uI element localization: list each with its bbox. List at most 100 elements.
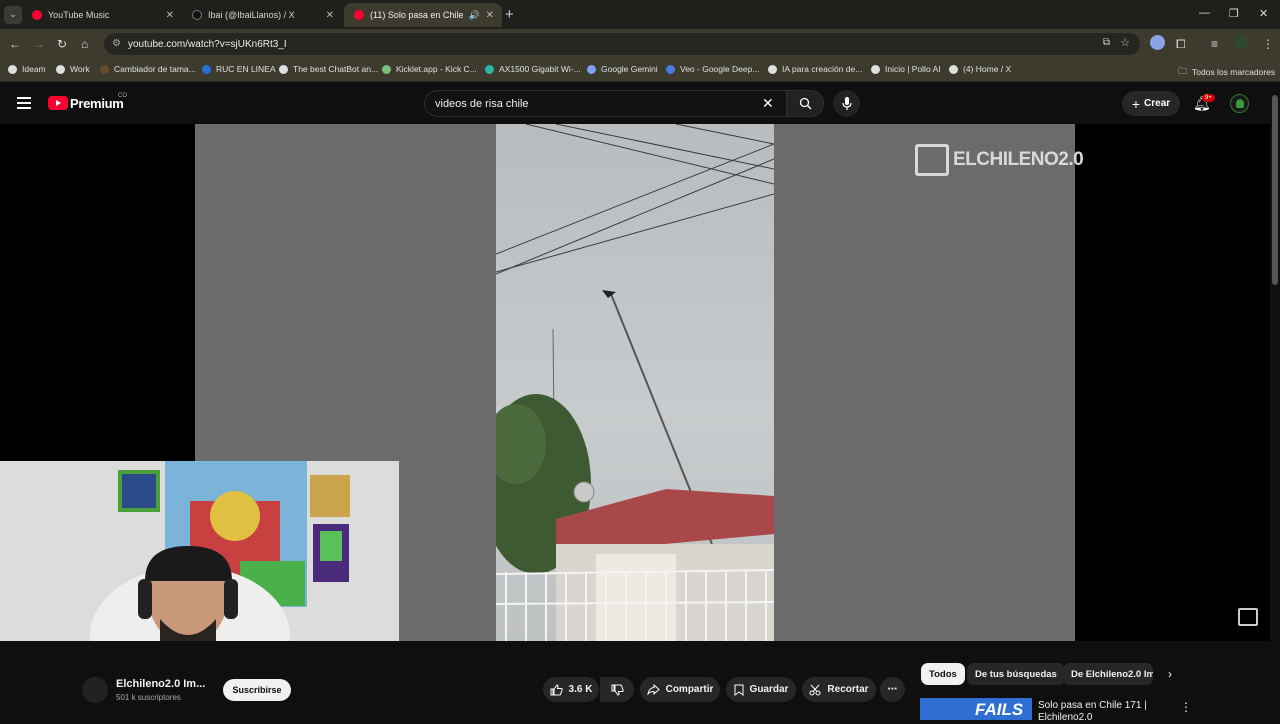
search-input[interactable]: videos de risa chile — [424, 90, 786, 117]
x-icon — [949, 64, 958, 74]
country-code: CO — [118, 93, 127, 99]
youtube-logo-icon[interactable] — [48, 96, 68, 110]
more-menu-icon[interactable]: ⋮ — [1262, 37, 1274, 51]
create-button[interactable]: + Crear — [1122, 91, 1180, 116]
more-vertical-icon[interactable]: ⋮ — [1180, 700, 1192, 714]
close-icon[interactable]: ✕ — [326, 10, 334, 21]
url-text: youtube.com/watch?v=sjUKn6Rt3_I — [128, 38, 287, 50]
scrollbar-thumb[interactable] — [1272, 95, 1278, 285]
audio-playing-icon[interactable]: 🔊 — [469, 10, 480, 21]
bookmark-gemini[interactable]: Google Gemini — [587, 64, 658, 74]
chip-de-tus-busquedas[interactable]: De tus búsquedas — [967, 663, 1065, 685]
recommended-video-thumbnail[interactable]: FAILS — [920, 698, 1032, 720]
bookmark-pollo[interactable]: Inicio | Pollo AI — [871, 64, 941, 74]
notification-count-badge: 9+ — [1202, 94, 1215, 102]
site-info-icon[interactable]: ⚙ — [112, 38, 121, 49]
youtube-brand[interactable]: Premium — [70, 96, 124, 111]
bookmark-veo[interactable]: Veo - Google Deep... — [666, 64, 759, 74]
bookmark-cambiador[interactable]: Cambiador de tama... — [100, 64, 196, 74]
like-count: 3.6 K — [568, 684, 593, 695]
restore-icon[interactable]: ❐ — [1229, 7, 1239, 20]
address-bar[interactable]: ⚙ youtube.com/watch?v=sjUKn6Rt3_I ⧉ ☆ — [104, 33, 1140, 55]
youtube-header: Premium CO videos de risa chile + Crear — [0, 83, 1280, 124]
clear-search-icon[interactable]: ✕ — [762, 95, 774, 112]
tab-search-button[interactable]: ⌄ — [4, 5, 22, 24]
globe-icon — [8, 64, 17, 74]
home-icon[interactable]: ⌂ — [81, 37, 88, 51]
dislike-button[interactable] — [600, 677, 634, 702]
folder-icon: 🗀 — [1178, 66, 1188, 76]
search-button[interactable] — [786, 90, 824, 117]
youtube-icon — [354, 10, 364, 20]
recommended-video-title[interactable]: Solo pasa en Chile 171 | Elchileno2.0 — [1038, 700, 1178, 724]
reading-list-icon[interactable]: ≡ — [1211, 37, 1218, 51]
bookmark-x-home[interactable]: (4) Home / X — [949, 64, 1011, 74]
bookmark-favicon — [100, 64, 109, 74]
new-tab-button[interactable]: + — [505, 6, 514, 23]
close-window-icon[interactable]: ✕ — [1259, 7, 1268, 20]
channel-avatar[interactable] — [82, 677, 108, 703]
install-app-icon[interactable]: ⧉ — [1103, 37, 1110, 48]
chip-todos[interactable]: Todos — [921, 663, 965, 685]
subscribe-button[interactable]: Suscribirse — [223, 679, 291, 701]
x-icon — [192, 10, 202, 20]
video-scene-image — [496, 124, 774, 641]
close-icon[interactable]: ✕ — [486, 10, 494, 21]
minimize-icon[interactable]: — — [1199, 7, 1210, 19]
tab-youtube-video[interactable]: (11) Solo pasa en Chile 168 🔊 ✕ — [344, 3, 502, 27]
plus-icon: + — [1131, 95, 1141, 112]
globe-icon — [56, 64, 65, 74]
youtube-music-icon — [32, 10, 42, 20]
bookmark-favicon — [202, 64, 211, 74]
bookmark-favicon — [485, 64, 494, 74]
account-avatar[interactable] — [1230, 94, 1249, 113]
voice-search-button[interactable] — [833, 90, 860, 117]
google-lens-icon[interactable] — [1150, 35, 1165, 50]
bookmark-ideam[interactable]: Ideam — [8, 64, 46, 74]
all-bookmarks-folder[interactable]: 🗀 Todos los marcadores — [1178, 64, 1275, 80]
reload-icon[interactable]: ↻ — [57, 37, 67, 51]
menu-icon[interactable] — [17, 97, 31, 112]
bookmark-favicon — [666, 64, 675, 74]
gemini-icon — [587, 64, 596, 74]
search-icon — [799, 97, 811, 110]
bookmark-ax1500[interactable]: AX1500 Gigabit Wi-... — [485, 64, 581, 74]
more-actions-button[interactable]: ⋯ — [880, 677, 905, 702]
tab-x-ibai[interactable]: Ibai (@IbaiLlanos) / X ✕ — [182, 3, 342, 27]
scissors-icon — [809, 684, 821, 695]
bookmark-star-icon[interactable]: ☆ — [1120, 36, 1130, 49]
save-button[interactable]: Guardar — [726, 677, 796, 702]
video-content — [496, 124, 774, 641]
bookmark-ruc[interactable]: RUC EN LINEA — [202, 64, 276, 74]
bookmark-chatbot[interactable]: The best ChatBot an... — [279, 64, 378, 74]
extensions-icon[interactable]: ⧠ — [1176, 37, 1186, 52]
like-button[interactable]: 3.6 K — [543, 677, 599, 702]
bookmark-favicon — [382, 64, 391, 74]
back-arrow-icon[interactable]: ← — [9, 37, 21, 51]
watermark-logo-icon — [915, 144, 949, 176]
subscriber-count: 501 k suscriptores — [116, 693, 181, 702]
clip-button[interactable]: Recortar — [802, 677, 876, 702]
bookmark-favicon — [871, 64, 880, 74]
channel-name[interactable]: Elchileno2.0 Im... — [116, 678, 205, 690]
thumbs-up-icon — [550, 683, 563, 695]
thumbs-down-icon — [611, 684, 624, 696]
share-button[interactable]: Compartir — [640, 677, 720, 702]
profile-avatar[interactable] — [1235, 36, 1248, 49]
microphone-icon — [841, 96, 852, 110]
tab-youtube-music[interactable]: YouTube Music ✕ — [22, 3, 182, 27]
bookmark-kicklet[interactable]: Kicklet.app - Kick C... — [382, 64, 477, 74]
chip-de-elchileno[interactable]: De Elchileno2.0 Im — [1063, 663, 1153, 685]
share-icon — [646, 684, 660, 695]
bookmark-icon — [734, 684, 744, 696]
chevron-right-icon[interactable]: › — [1168, 667, 1172, 681]
page-scrollbar[interactable] — [1270, 83, 1280, 720]
diamond-icon — [279, 64, 288, 74]
more-horizontal-icon: ⋯ — [887, 684, 898, 695]
close-icon[interactable]: ✕ — [166, 10, 174, 21]
forward-arrow-icon[interactable]: → — [33, 37, 45, 51]
bookmark-ia[interactable]: IA para creación de... — [768, 64, 862, 74]
channel-watermark: ELCHILENO2.0 — [915, 144, 1084, 176]
bookmark-work[interactable]: Work — [56, 64, 90, 74]
channel-branding-icon[interactable] — [1238, 608, 1258, 626]
